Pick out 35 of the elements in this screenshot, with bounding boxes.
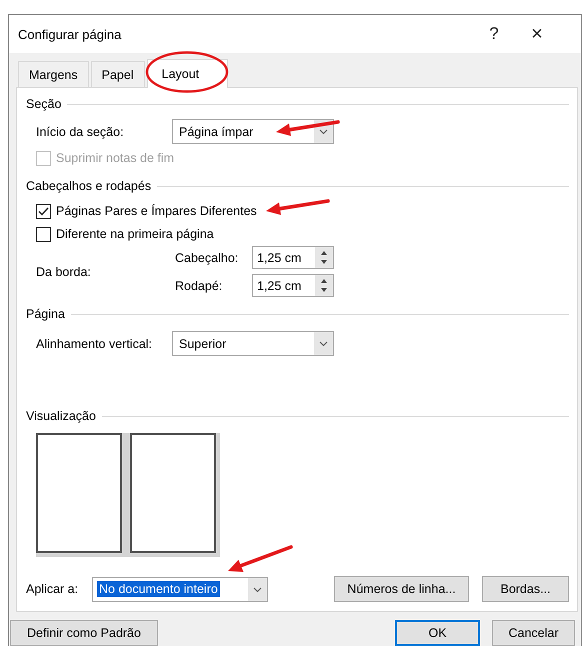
- group-heading: Cabeçalhos e rodapés: [26, 179, 152, 193]
- dialog-button[interactable]: Cancelar: [492, 620, 575, 646]
- chevron-down-icon: [314, 332, 333, 355]
- spin-field[interactable]: 1,25 cm: [252, 246, 334, 269]
- tab[interactable]: Layout: [146, 59, 228, 88]
- group-heading: Página: [26, 307, 65, 321]
- field-label: Início da seção:: [36, 124, 125, 138]
- checkbox-label: Diferente na primeira página: [56, 227, 214, 241]
- dialog-button[interactable]: Definir como Padrão: [10, 620, 158, 646]
- field-label: Da borda:: [36, 264, 92, 278]
- chevron-down-icon: [248, 578, 267, 600]
- tab[interactable]: Papel: [90, 61, 145, 87]
- group-heading: Seção: [26, 97, 62, 111]
- checkbox-label: Suprimir notas de fim: [56, 151, 174, 165]
- field-label: Aplicar a:: [26, 582, 80, 596]
- help-button[interactable]: ?: [474, 19, 514, 49]
- dropdown[interactable]: No documento inteiro: [92, 576, 268, 602]
- checkbox-label: Páginas Pares e Ímpares Diferentes: [56, 204, 257, 218]
- group-heading: Visualização: [26, 409, 96, 423]
- up-down-arrows-icon[interactable]: [315, 247, 333, 268]
- window-title: Configurar página: [18, 26, 122, 42]
- dropdown[interactable]: Superior: [172, 331, 334, 356]
- up-down-arrows-icon[interactable]: [315, 275, 333, 296]
- spin-field[interactable]: 1,25 cm: [252, 274, 334, 297]
- field-label: Rodapé:: [175, 278, 224, 292]
- checkbox[interactable]: [36, 226, 51, 242]
- line-numbers-button[interactable]: Números de linha...: [334, 576, 469, 602]
- close-button[interactable]: ×: [514, 19, 560, 49]
- dialog-button[interactable]: OK: [395, 620, 480, 646]
- dropdown[interactable]: Página ímpar: [172, 119, 334, 144]
- field-label: Alinhamento vertical:: [36, 336, 154, 350]
- tab[interactable]: Margens: [18, 61, 89, 87]
- borders-button[interactable]: Bordas...: [482, 576, 569, 602]
- checkbox[interactable]: [36, 204, 51, 218]
- field-label: Cabeçalho:: [175, 250, 240, 264]
